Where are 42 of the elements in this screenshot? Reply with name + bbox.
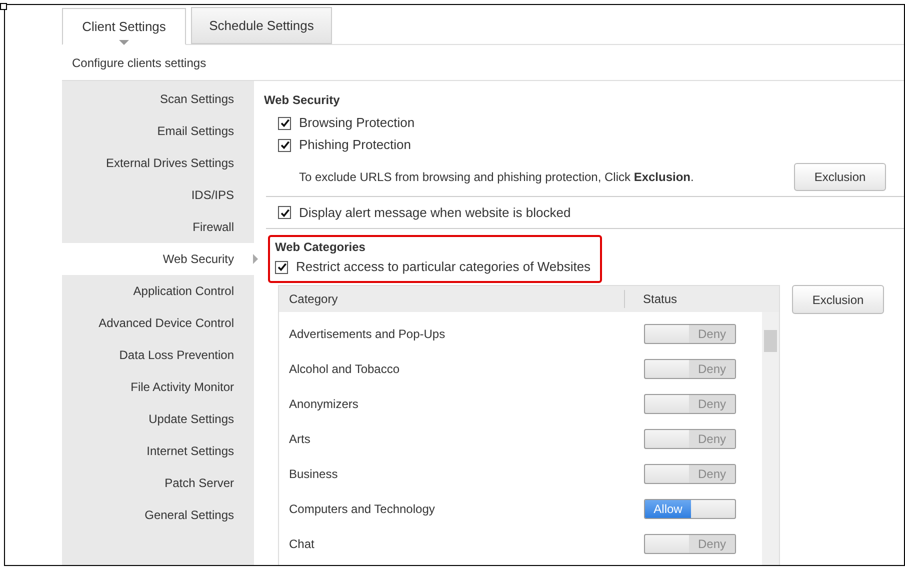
page-subtitle: Configure clients settings [72, 54, 206, 72]
sidebar-item[interactable]: Internet Settings [62, 435, 254, 467]
sidebar-item[interactable]: General Settings [62, 499, 254, 531]
option-label: Restrict access to particular categories of Websites [296, 258, 591, 276]
sidebar-item[interactable]: Data Loss Prevention [62, 339, 254, 371]
sidebar-item[interactable]: Email Settings [62, 115, 254, 147]
option-label: Browsing Protection [299, 114, 415, 132]
sidebar-item[interactable]: Patch Server [62, 467, 254, 499]
category-name: Advertisements and Pop-Ups [289, 326, 446, 342]
caret-icon [119, 40, 129, 45]
option-label: Phishing Protection [299, 136, 412, 154]
checkbox[interactable] [278, 116, 291, 130]
sidebar-item[interactable]: File Activity Monitor [62, 371, 254, 403]
category-name: Arts [289, 430, 310, 448]
sidebar-item[interactable]: Update Settings [62, 403, 254, 435]
exclusion-button[interactable]: Exclusion [792, 285, 884, 314]
column-header: Category [279, 290, 625, 308]
checkbox[interactable] [278, 138, 291, 152]
tab[interactable]: Client Settings [62, 8, 186, 45]
checkbox[interactable] [278, 206, 291, 219]
category-name: Chat [289, 536, 314, 552]
sidebar-item[interactable]: Scan Settings [62, 83, 254, 115]
section-title: Web Categories [275, 239, 366, 256]
sidebar-item[interactable]: Advanced Device Control [62, 307, 254, 339]
category-name: Alcohol and Tobacco [289, 360, 400, 378]
category-name: Business [289, 466, 338, 482]
scrollbar[interactable] [762, 312, 779, 565]
sidebar-item[interactable]: Firewall [62, 211, 254, 243]
arrow-icon [253, 254, 258, 264]
section-title: Web Security [264, 92, 341, 109]
exclusion-button[interactable]: Exclusion [794, 163, 886, 191]
tab[interactable]: Schedule Settings [191, 7, 332, 44]
sidebar-item[interactable]: Application Control [62, 275, 254, 307]
sidebar-item[interactable]: External Drives Settings [62, 147, 254, 179]
sidebar-item[interactable]: IDS/IPS [62, 179, 254, 211]
resize-handle[interactable] [0, 3, 7, 10]
column-header: Status [642, 291, 678, 308]
exclusion-note: To exclude URLS from browsing and phishing protection, Click Exclusion. [299, 169, 694, 186]
option-label: Display alert message when website is blocked [299, 204, 571, 222]
checkbox[interactable] [275, 260, 288, 274]
category-name: Computers and Technology [289, 500, 435, 518]
category-name: Anonymizers [289, 396, 358, 412]
